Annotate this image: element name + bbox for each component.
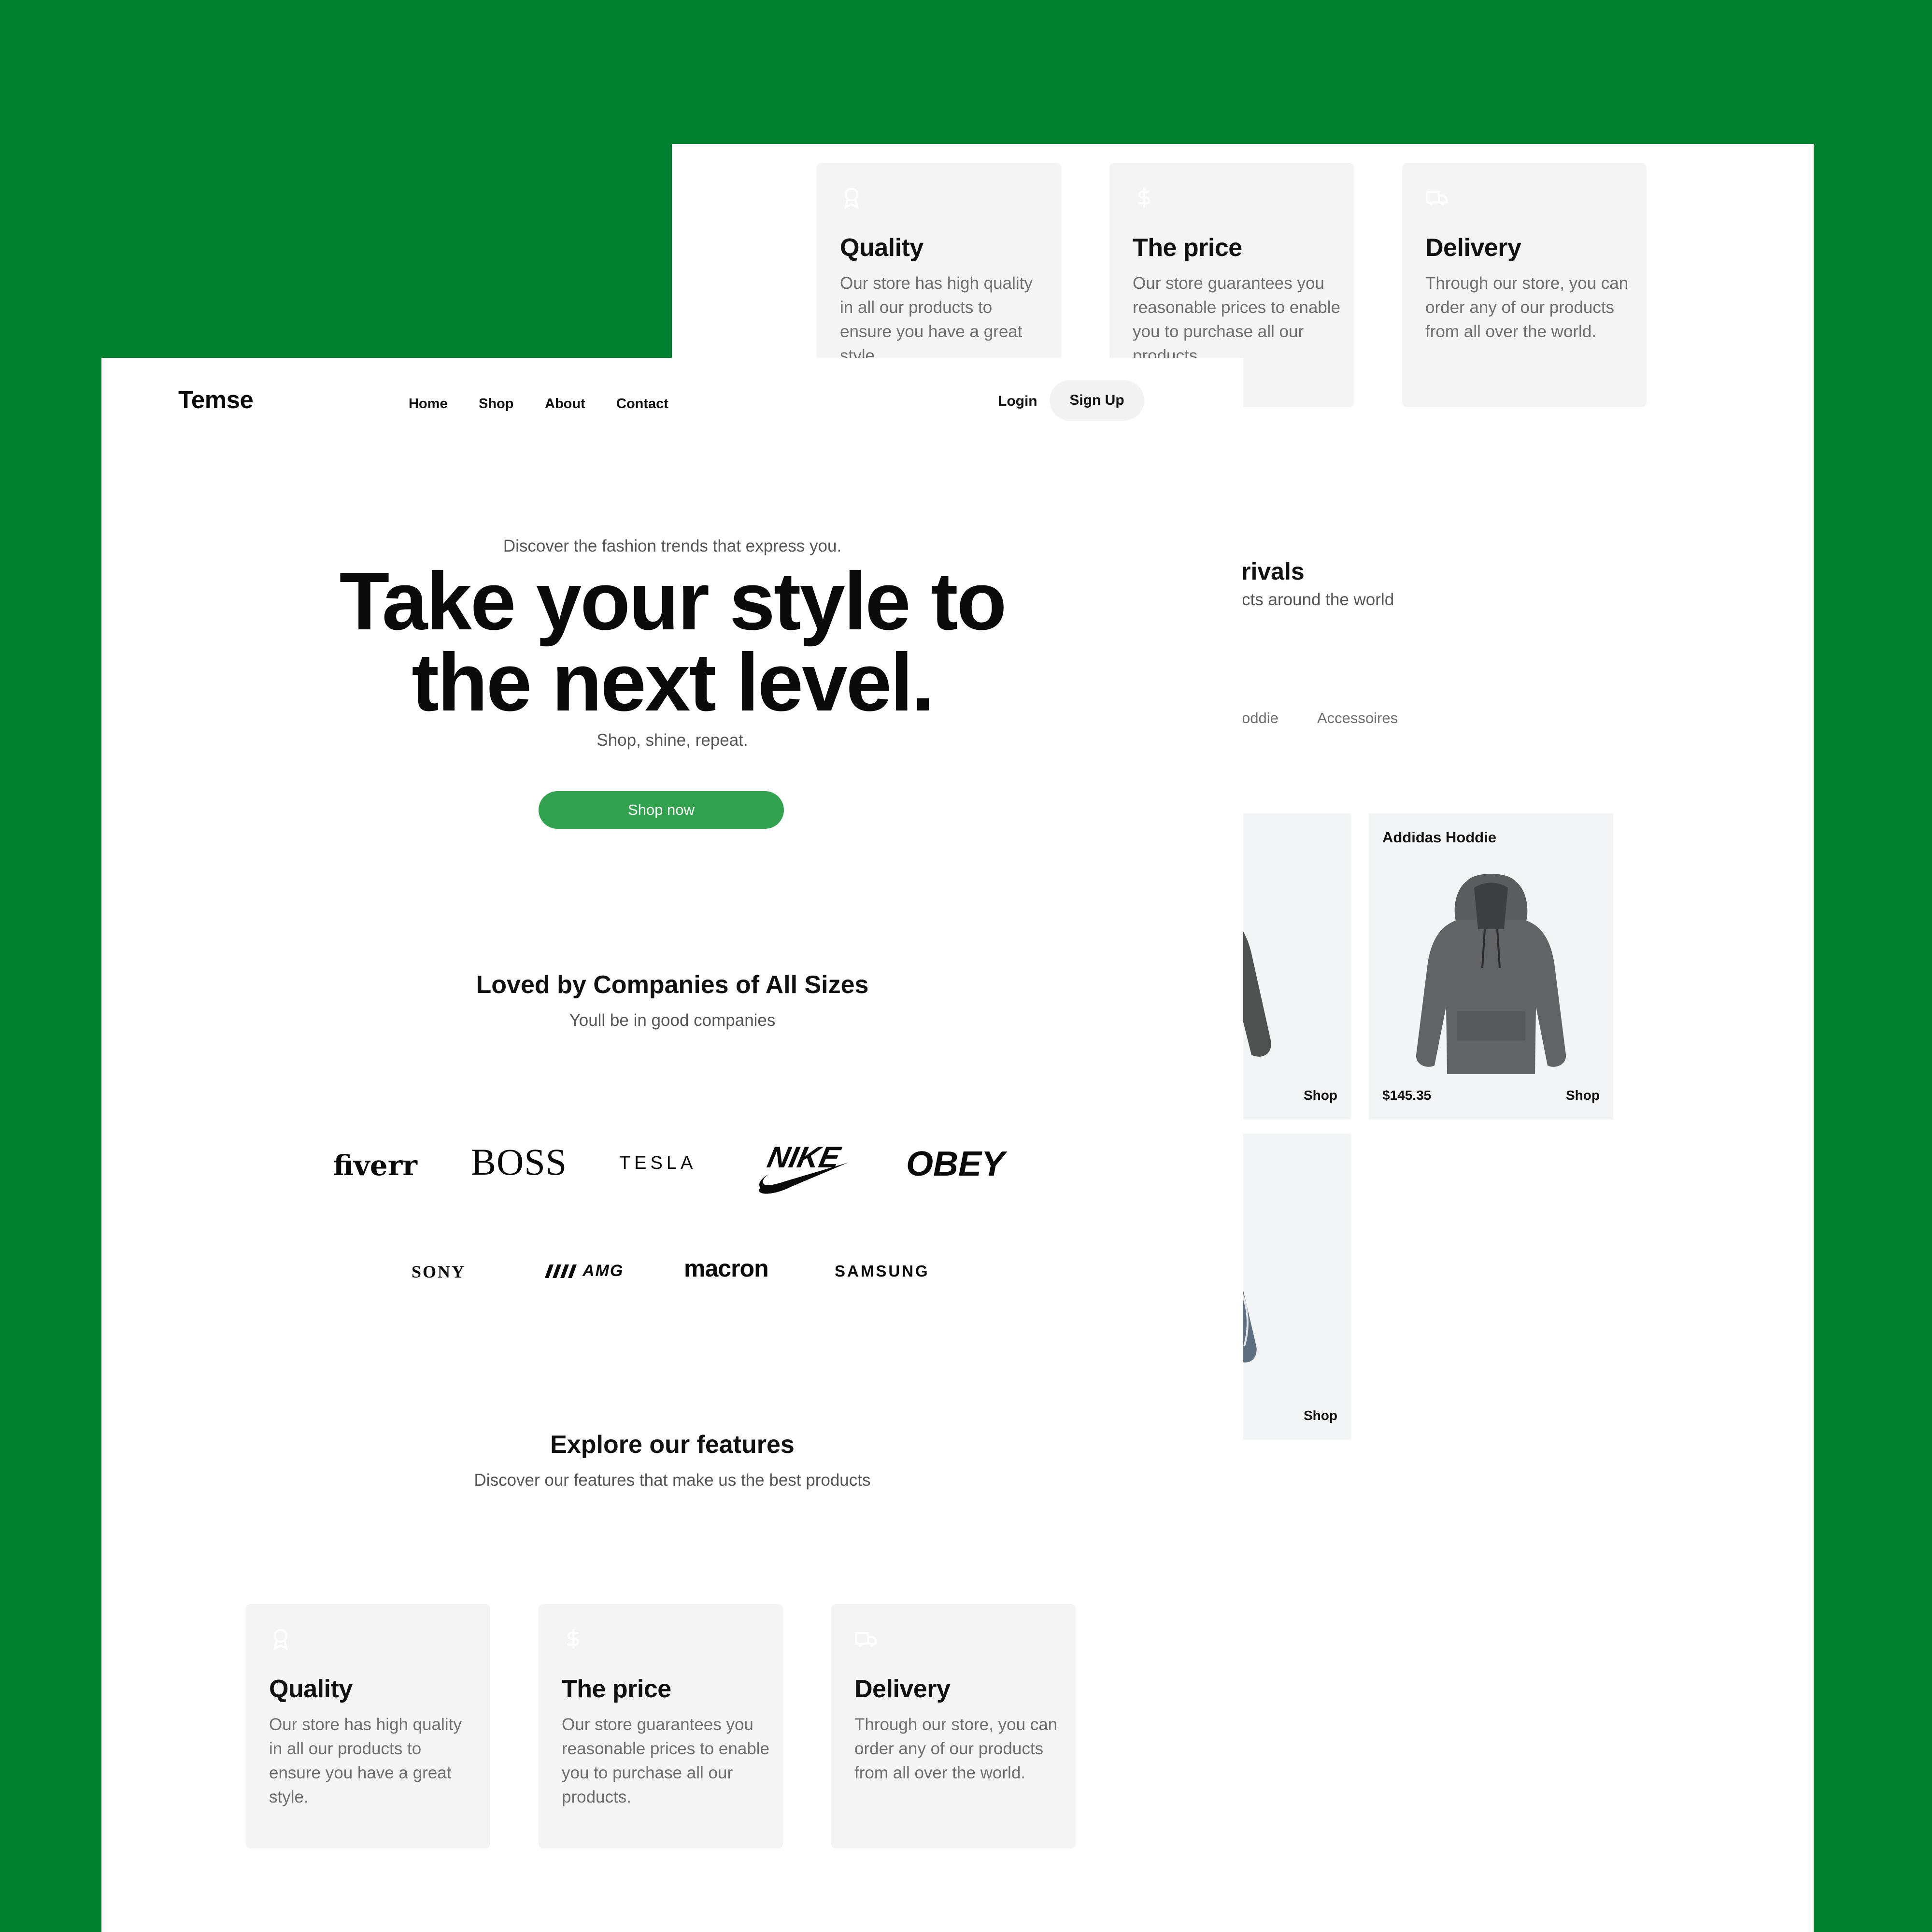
samsung-logo: SAMSUNG <box>835 1262 930 1280</box>
feature-desc: Through our store, you can order any of … <box>1425 274 1629 341</box>
hero-title-line1: Take your style to <box>339 555 1007 647</box>
feature-title: Delivery <box>854 1675 951 1703</box>
features-subtitle: Discover our features that make us the b… <box>474 1471 871 1490</box>
feature-title: The price <box>1133 234 1242 262</box>
feature-desc: Our store has high quality in all our pr… <box>840 274 1033 365</box>
amg-stripes-icon <box>545 1264 577 1278</box>
tesla-logo: TESLA <box>619 1153 697 1173</box>
arrivals-subtitle: cts around the world <box>1242 590 1394 609</box>
dollar-icon <box>1138 188 1150 207</box>
feature-card-delivery: Delivery Through our store, you can orde… <box>831 1604 1076 1848</box>
award-icon <box>844 188 859 209</box>
feature-title: Delivery <box>1425 234 1521 262</box>
product-card-addidas-hoddie[interactable]: Addidas Hoddie $145.35 Shop <box>1369 813 1613 1120</box>
feature-card-price: The price Our store guarantees you reaso… <box>539 1604 783 1848</box>
hoodie-image <box>1416 874 1566 1074</box>
front-page-panel: Temse Home Shop About Contact Login Sign… <box>101 358 1243 1932</box>
hero-title-line2: the next level. <box>412 637 934 728</box>
macron-logo: macron <box>684 1255 769 1282</box>
shop-link[interactable]: Shop <box>1304 1088 1337 1103</box>
companies-title: Loved by Companies of All Sizes <box>476 971 869 999</box>
nav-contact[interactable]: Contact <box>616 396 668 412</box>
shop-link[interactable]: Shop <box>1304 1408 1337 1423</box>
product-price: $145.35 <box>1382 1088 1432 1103</box>
companies-subtitle: Youll be in good companies <box>569 1011 776 1030</box>
hero-title: Take your style to the next level. <box>101 555 1243 728</box>
feature-desc: Our store guarantees you reasonable pric… <box>562 1715 770 1806</box>
features-title: Explore our features <box>550 1431 795 1459</box>
feature-desc: Through our store, you can order any of … <box>854 1715 1058 1782</box>
truck-icon <box>1426 191 1448 205</box>
amg-wordmark: AMG <box>582 1262 624 1280</box>
login-link[interactable]: Login <box>998 393 1037 410</box>
truck-icon <box>855 1632 877 1647</box>
nike-swoosh-icon <box>759 1163 848 1194</box>
dollar-icon <box>568 1629 579 1648</box>
feature-card-quality: Quality Our store has high quality in al… <box>246 1604 490 1848</box>
tab-accessoires[interactable]: Accessoires <box>1317 710 1398 727</box>
feature-desc: Our store guarantees you reasonable pric… <box>1133 274 1341 365</box>
hero-tagline: Shop, shine, repeat. <box>597 731 748 750</box>
nav-about[interactable]: About <box>545 396 585 412</box>
feature-desc: Our store has high quality in all our pr… <box>269 1715 462 1806</box>
sony-logo: SONY <box>412 1262 466 1281</box>
amg-logo: AMG <box>545 1262 641 1281</box>
nike-logo: NIKE <box>757 1140 849 1194</box>
nav-home[interactable]: Home <box>409 396 448 412</box>
obey-logo: OBEY <box>906 1145 1005 1183</box>
nav-shop[interactable]: Shop <box>479 396 514 412</box>
shop-now-button[interactable]: Shop now <box>539 791 784 829</box>
brand-logo[interactable]: Temse <box>178 385 254 414</box>
fiverr-logo: fiverr <box>333 1149 417 1182</box>
feature-card-delivery: Delivery Through our store, you can orde… <box>1402 163 1647 407</box>
signup-button[interactable]: Sign Up <box>1050 380 1144 421</box>
boss-logo: BOSS <box>471 1141 568 1183</box>
feature-title: Quality <box>840 234 923 262</box>
feature-title: Quality <box>269 1675 353 1703</box>
feature-title: The price <box>562 1675 671 1703</box>
award-icon <box>273 1629 288 1650</box>
shop-link[interactable]: Shop <box>1566 1088 1600 1103</box>
arrivals-title: rivals <box>1241 558 1305 585</box>
hero-eyebrow: Discover the fashion trends that express… <box>503 537 842 555</box>
product-name: Addidas Hoddie <box>1382 829 1496 846</box>
tab-hoddie[interactable]: oddie <box>1242 710 1279 727</box>
